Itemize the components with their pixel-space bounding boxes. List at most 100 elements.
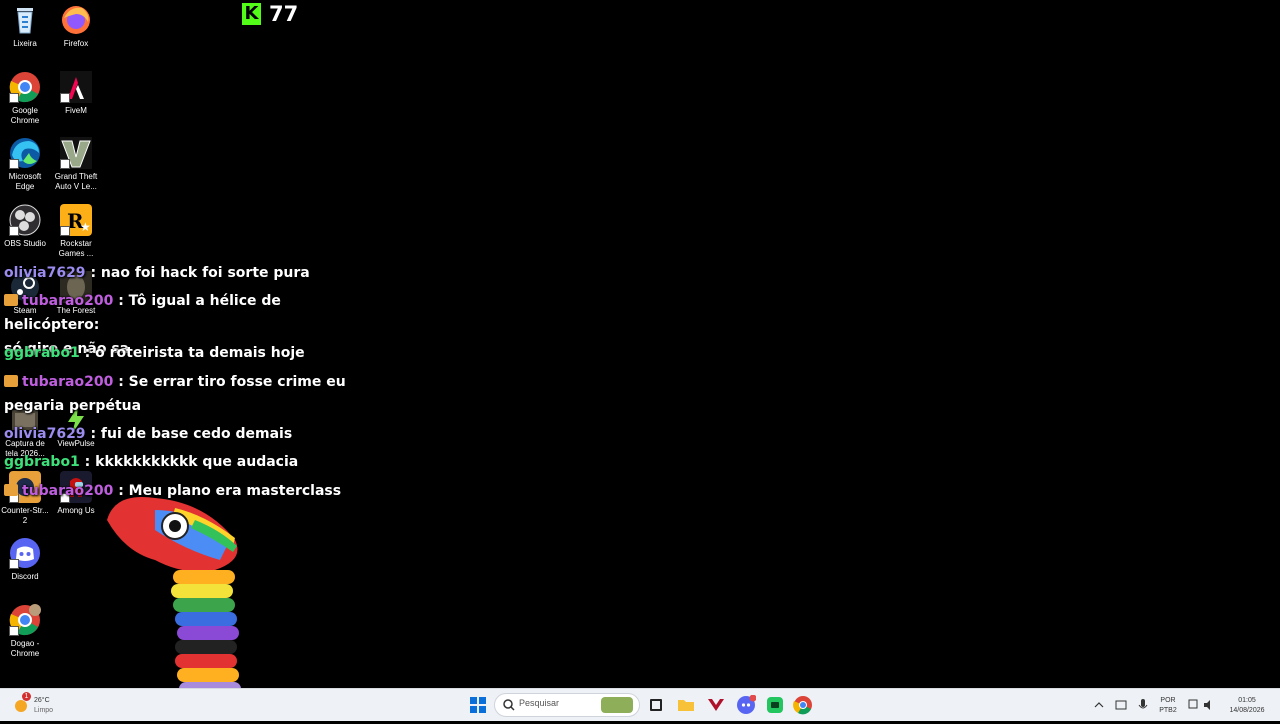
chat-username: olivia7629 [4, 426, 86, 442]
edge-icon [9, 137, 41, 169]
taskbar: 1 26°C Limpo Pesquisar POR PTB2 01:05 14… [0, 688, 1280, 721]
search-highlight-art-icon [601, 697, 633, 713]
chat-username: olivia7629 [4, 265, 86, 281]
tray-overflow-chevron[interactable] [1092, 695, 1106, 715]
microphone-icon [1138, 699, 1148, 709]
recycle-bin-icon [9, 4, 41, 36]
shortcut-arrow-icon [9, 159, 19, 169]
chat-message: ggbrabo1 : o roteirista ta demais hoje [4, 341, 364, 365]
taskbar-chrome[interactable] [793, 695, 813, 715]
chevron-up-icon [1094, 702, 1104, 708]
desktop-icon-dogao-chrome[interactable]: Dogao - Chrome [0, 604, 50, 659]
subscriber-badge-icon [4, 375, 18, 387]
chrome-icon [9, 71, 41, 103]
desktop-icon-label: Grand Theft Auto V Le... [54, 172, 98, 191]
weather-temp: 26°C [34, 697, 50, 704]
desktop-icon-microsoft-edge[interactable]: Microsoft Edge [0, 137, 50, 192]
clock-time: 01:05 [1238, 697, 1256, 704]
chat-text: : Se errar tiro fosse crime eu [118, 374, 346, 390]
tray-sync[interactable] [1114, 695, 1128, 715]
chat-username: tubarao200 [22, 293, 114, 309]
taskbar-file-explorer[interactable] [676, 695, 696, 715]
chat-clipped-line: ... ... [8, 236, 208, 250]
desktop-icon-label: Microsoft Edge [8, 172, 42, 191]
taskbar-app-v[interactable] [706, 695, 726, 715]
desktop-icon-label: Discord [11, 572, 39, 581]
shortcut-arrow-icon [60, 159, 70, 169]
taskbar-app-green[interactable] [765, 695, 785, 715]
discord-icon [9, 537, 41, 569]
desktop-icon-label: Firefox [63, 39, 89, 48]
chat-text-continued: pegaria perpétua [4, 398, 142, 414]
language-indicator[interactable]: POR PTB2 [1156, 696, 1180, 716]
desktop-icon-gta-v[interactable]: Grand Theft Auto V Le... [51, 137, 101, 192]
desktop-icon-label: Google Chrome [10, 106, 40, 125]
sync-icon [1115, 700, 1127, 710]
chat-message: tubarao200 : Se errar tiro fosse crime e… [4, 370, 364, 418]
viewer-count: 77 [269, 2, 299, 26]
network-volume-icon [1188, 699, 1210, 710]
desktop-icon-google-chrome[interactable]: Google Chrome [0, 71, 50, 126]
language-code: POR [1160, 697, 1176, 704]
clock[interactable]: 01:05 14/08/2026 [1222, 696, 1272, 716]
folder-icon [678, 700, 694, 711]
start-button[interactable] [468, 695, 488, 715]
subscriber-badge-icon [4, 294, 18, 306]
chat-message: olivia7629 : nao foi hack foi sorte pura [4, 261, 364, 285]
obs-icon [9, 204, 41, 236]
discord-icon [737, 694, 757, 714]
viewer-counter: K 77 [242, 2, 298, 26]
weather-condition: Limpo [34, 707, 54, 714]
chat-text: : o roteirista ta demais hoje [84, 345, 305, 361]
shortcut-arrow-icon [9, 226, 19, 236]
desktop-icon-label: Lixeira [13, 39, 37, 48]
chat-text: : nao foi hack foi sorte pura [90, 265, 310, 281]
subscriber-badge-icon [4, 484, 18, 496]
taskbar-task-view[interactable] [646, 695, 666, 715]
chat-message: ggbrabo1 : kkkkkkkkkkk que audacia [4, 450, 364, 474]
shortcut-arrow-icon [60, 93, 70, 103]
desktop-icon-label: Among Us [57, 506, 95, 515]
chat-username: tubarao200 [22, 374, 114, 390]
windows-logo-icon [470, 697, 486, 713]
chat-message: olivia7629 : fui de base cedo demais [4, 422, 364, 446]
weather-widget[interactable]: 1 26°C Limpo [10, 692, 80, 716]
rockstar-icon: R ★ [60, 204, 92, 236]
chat-username: ggbrabo1 [4, 345, 80, 361]
desktop-icon-label: FiveM [65, 106, 87, 115]
desktop-icon-discord[interactable]: Discord [0, 537, 50, 582]
chat-text: : kkkkkkkkkkk que audacia [84, 454, 299, 470]
taskbar-search[interactable]: Pesquisar [494, 693, 640, 717]
clock-date: 14/08/2026 [1229, 707, 1265, 714]
search-placeholder: Pesquisar [519, 698, 560, 708]
desktop-icon-rockstar-games[interactable]: R ★ Rockstar Games ... [51, 204, 101, 259]
desktop-icon-label: Counter-Str... 2 [1, 506, 49, 525]
firefox-icon [60, 4, 92, 36]
desktop-icon-fivem[interactable]: FiveM [51, 71, 101, 116]
tray-network-volume[interactable] [1186, 695, 1218, 715]
weather-alert-badge: 1 [22, 692, 31, 701]
task-view-icon [650, 699, 662, 711]
tray-microphone[interactable] [1136, 695, 1150, 715]
chat-username: ggbrabo1 [4, 454, 80, 470]
desktop-icon-recycle-bin[interactable]: Lixeira [0, 4, 50, 49]
search-icon [503, 699, 515, 711]
kick-logo-icon: K [242, 3, 261, 25]
keyboard-layout: PTB2 [1159, 707, 1177, 714]
shortcut-arrow-icon [60, 226, 70, 236]
chat-text: : fui de base cedo demais [90, 426, 293, 442]
shortcut-arrow-icon [9, 93, 19, 103]
shortcut-arrow-icon [9, 626, 19, 636]
chrome-profile-icon [9, 604, 41, 636]
valorant-style-icon [708, 699, 724, 711]
shortcut-arrow-icon [9, 559, 19, 569]
taskbar-discord[interactable] [736, 694, 757, 715]
desktop-icon-label: Dogao - Chrome [10, 639, 40, 658]
desktop-icon-firefox[interactable]: Firefox [51, 4, 101, 49]
svg-text:★: ★ [80, 220, 91, 234]
chrome-icon [793, 696, 812, 715]
sock-puppet-overlay [95, 490, 275, 722]
gta-v-icon [60, 137, 92, 169]
chat-app-icon [767, 697, 783, 713]
fivem-icon [60, 71, 92, 103]
